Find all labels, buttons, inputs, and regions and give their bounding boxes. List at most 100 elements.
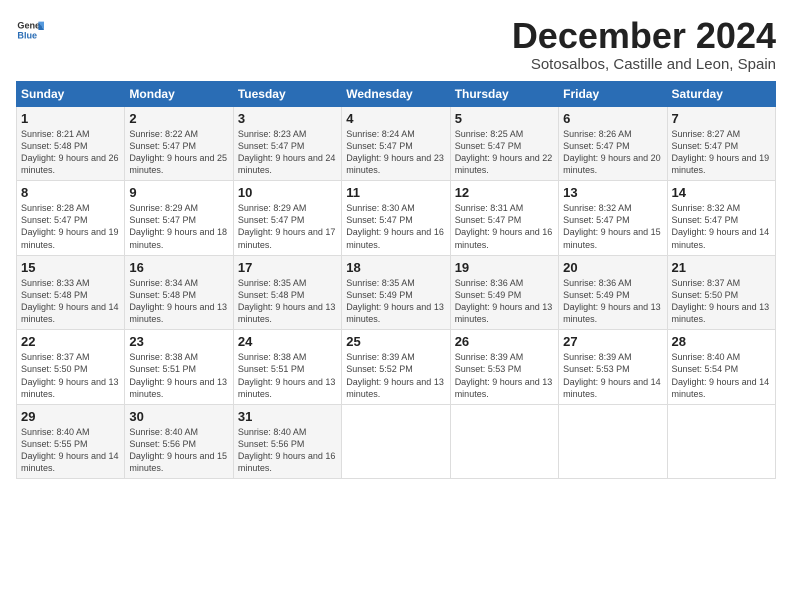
calendar-week-row: 29 Sunrise: 8:40 AMSunset: 5:55 PMDaylig… (17, 404, 776, 479)
logo: General Blue (16, 16, 44, 44)
cell-info: Sunrise: 8:21 AMSunset: 5:48 PMDaylight:… (21, 129, 119, 175)
cell-info: Sunrise: 8:27 AMSunset: 5:47 PMDaylight:… (672, 129, 770, 175)
day-number: 4 (346, 111, 445, 126)
day-number: 15 (21, 260, 120, 275)
table-row: 16 Sunrise: 8:34 AMSunset: 5:48 PMDaylig… (125, 255, 233, 330)
day-number: 5 (455, 111, 554, 126)
cell-info: Sunrise: 8:28 AMSunset: 5:47 PMDaylight:… (21, 203, 119, 249)
table-row: 24 Sunrise: 8:38 AMSunset: 5:51 PMDaylig… (233, 330, 341, 405)
day-number: 17 (238, 260, 337, 275)
day-number: 13 (563, 185, 662, 200)
cell-info: Sunrise: 8:40 AMSunset: 5:56 PMDaylight:… (238, 427, 336, 473)
cell-info: Sunrise: 8:29 AMSunset: 5:47 PMDaylight:… (238, 203, 336, 249)
table-row: 29 Sunrise: 8:40 AMSunset: 5:55 PMDaylig… (17, 404, 125, 479)
calendar-week-row: 15 Sunrise: 8:33 AMSunset: 5:48 PMDaylig… (17, 255, 776, 330)
table-row: 28 Sunrise: 8:40 AMSunset: 5:54 PMDaylig… (667, 330, 775, 405)
cell-info: Sunrise: 8:30 AMSunset: 5:47 PMDaylight:… (346, 203, 444, 249)
cell-info: Sunrise: 8:33 AMSunset: 5:48 PMDaylight:… (21, 278, 119, 324)
cell-info: Sunrise: 8:32 AMSunset: 5:47 PMDaylight:… (563, 203, 661, 249)
table-row: 8 Sunrise: 8:28 AMSunset: 5:47 PMDayligh… (17, 181, 125, 256)
day-number: 27 (563, 334, 662, 349)
month-title: December 2024 (512, 16, 776, 56)
day-number: 20 (563, 260, 662, 275)
cell-info: Sunrise: 8:38 AMSunset: 5:51 PMDaylight:… (238, 352, 336, 398)
cell-info: Sunrise: 8:36 AMSunset: 5:49 PMDaylight:… (455, 278, 553, 324)
table-row: 14 Sunrise: 8:32 AMSunset: 5:47 PMDaylig… (667, 181, 775, 256)
header-thursday: Thursday (450, 81, 558, 106)
cell-info: Sunrise: 8:36 AMSunset: 5:49 PMDaylight:… (563, 278, 661, 324)
header-saturday: Saturday (667, 81, 775, 106)
table-row: 25 Sunrise: 8:39 AMSunset: 5:52 PMDaylig… (342, 330, 450, 405)
table-row: 12 Sunrise: 8:31 AMSunset: 5:47 PMDaylig… (450, 181, 558, 256)
cell-info: Sunrise: 8:35 AMSunset: 5:49 PMDaylight:… (346, 278, 444, 324)
table-row: 15 Sunrise: 8:33 AMSunset: 5:48 PMDaylig… (17, 255, 125, 330)
table-row: 20 Sunrise: 8:36 AMSunset: 5:49 PMDaylig… (559, 255, 667, 330)
calendar-week-row: 22 Sunrise: 8:37 AMSunset: 5:50 PMDaylig… (17, 330, 776, 405)
table-row: 26 Sunrise: 8:39 AMSunset: 5:53 PMDaylig… (450, 330, 558, 405)
table-row: 21 Sunrise: 8:37 AMSunset: 5:50 PMDaylig… (667, 255, 775, 330)
cell-info: Sunrise: 8:32 AMSunset: 5:47 PMDaylight:… (672, 203, 770, 249)
day-number: 12 (455, 185, 554, 200)
logo-icon: General Blue (16, 16, 44, 44)
header-monday: Monday (125, 81, 233, 106)
day-number: 29 (21, 409, 120, 424)
day-number: 30 (129, 409, 228, 424)
day-number: 2 (129, 111, 228, 126)
table-row (667, 404, 775, 479)
table-row: 1 Sunrise: 8:21 AMSunset: 5:48 PMDayligh… (17, 106, 125, 181)
table-row: 19 Sunrise: 8:36 AMSunset: 5:49 PMDaylig… (450, 255, 558, 330)
table-row: 27 Sunrise: 8:39 AMSunset: 5:53 PMDaylig… (559, 330, 667, 405)
day-number: 31 (238, 409, 337, 424)
table-row: 18 Sunrise: 8:35 AMSunset: 5:49 PMDaylig… (342, 255, 450, 330)
cell-info: Sunrise: 8:37 AMSunset: 5:50 PMDaylight:… (21, 352, 119, 398)
day-number: 22 (21, 334, 120, 349)
calendar-week-row: 8 Sunrise: 8:28 AMSunset: 5:47 PMDayligh… (17, 181, 776, 256)
day-number: 26 (455, 334, 554, 349)
header-tuesday: Tuesday (233, 81, 341, 106)
table-row (559, 404, 667, 479)
cell-info: Sunrise: 8:23 AMSunset: 5:47 PMDaylight:… (238, 129, 336, 175)
table-row: 17 Sunrise: 8:35 AMSunset: 5:48 PMDaylig… (233, 255, 341, 330)
table-row (450, 404, 558, 479)
day-number: 10 (238, 185, 337, 200)
page-header: General Blue December 2024 Sotosalbos, C… (16, 16, 776, 73)
table-row: 9 Sunrise: 8:29 AMSunset: 5:47 PMDayligh… (125, 181, 233, 256)
day-number: 6 (563, 111, 662, 126)
table-row: 10 Sunrise: 8:29 AMSunset: 5:47 PMDaylig… (233, 181, 341, 256)
day-number: 21 (672, 260, 771, 275)
cell-info: Sunrise: 8:22 AMSunset: 5:47 PMDaylight:… (129, 129, 227, 175)
cell-info: Sunrise: 8:39 AMSunset: 5:52 PMDaylight:… (346, 352, 444, 398)
cell-info: Sunrise: 8:25 AMSunset: 5:47 PMDaylight:… (455, 129, 553, 175)
cell-info: Sunrise: 8:39 AMSunset: 5:53 PMDaylight:… (455, 352, 553, 398)
table-row: 22 Sunrise: 8:37 AMSunset: 5:50 PMDaylig… (17, 330, 125, 405)
table-row: 31 Sunrise: 8:40 AMSunset: 5:56 PMDaylig… (233, 404, 341, 479)
calendar-week-row: 1 Sunrise: 8:21 AMSunset: 5:48 PMDayligh… (17, 106, 776, 181)
table-row: 2 Sunrise: 8:22 AMSunset: 5:47 PMDayligh… (125, 106, 233, 181)
cell-info: Sunrise: 8:38 AMSunset: 5:51 PMDaylight:… (129, 352, 227, 398)
cell-info: Sunrise: 8:29 AMSunset: 5:47 PMDaylight:… (129, 203, 227, 249)
day-number: 25 (346, 334, 445, 349)
day-number: 9 (129, 185, 228, 200)
table-row (342, 404, 450, 479)
table-row: 13 Sunrise: 8:32 AMSunset: 5:47 PMDaylig… (559, 181, 667, 256)
table-row: 23 Sunrise: 8:38 AMSunset: 5:51 PMDaylig… (125, 330, 233, 405)
cell-info: Sunrise: 8:40 AMSunset: 5:56 PMDaylight:… (129, 427, 227, 473)
day-number: 18 (346, 260, 445, 275)
cell-info: Sunrise: 8:40 AMSunset: 5:55 PMDaylight:… (21, 427, 119, 473)
cell-info: Sunrise: 8:37 AMSunset: 5:50 PMDaylight:… (672, 278, 770, 324)
day-number: 24 (238, 334, 337, 349)
cell-info: Sunrise: 8:24 AMSunset: 5:47 PMDaylight:… (346, 129, 444, 175)
cell-info: Sunrise: 8:31 AMSunset: 5:47 PMDaylight:… (455, 203, 553, 249)
table-row: 30 Sunrise: 8:40 AMSunset: 5:56 PMDaylig… (125, 404, 233, 479)
day-number: 7 (672, 111, 771, 126)
day-number: 1 (21, 111, 120, 126)
day-number: 14 (672, 185, 771, 200)
svg-text:Blue: Blue (17, 30, 37, 40)
calendar-table: Sunday Monday Tuesday Wednesday Thursday… (16, 81, 776, 480)
table-row: 3 Sunrise: 8:23 AMSunset: 5:47 PMDayligh… (233, 106, 341, 181)
day-number: 19 (455, 260, 554, 275)
day-number: 28 (672, 334, 771, 349)
table-row: 5 Sunrise: 8:25 AMSunset: 5:47 PMDayligh… (450, 106, 558, 181)
table-row: 11 Sunrise: 8:30 AMSunset: 5:47 PMDaylig… (342, 181, 450, 256)
day-number: 3 (238, 111, 337, 126)
